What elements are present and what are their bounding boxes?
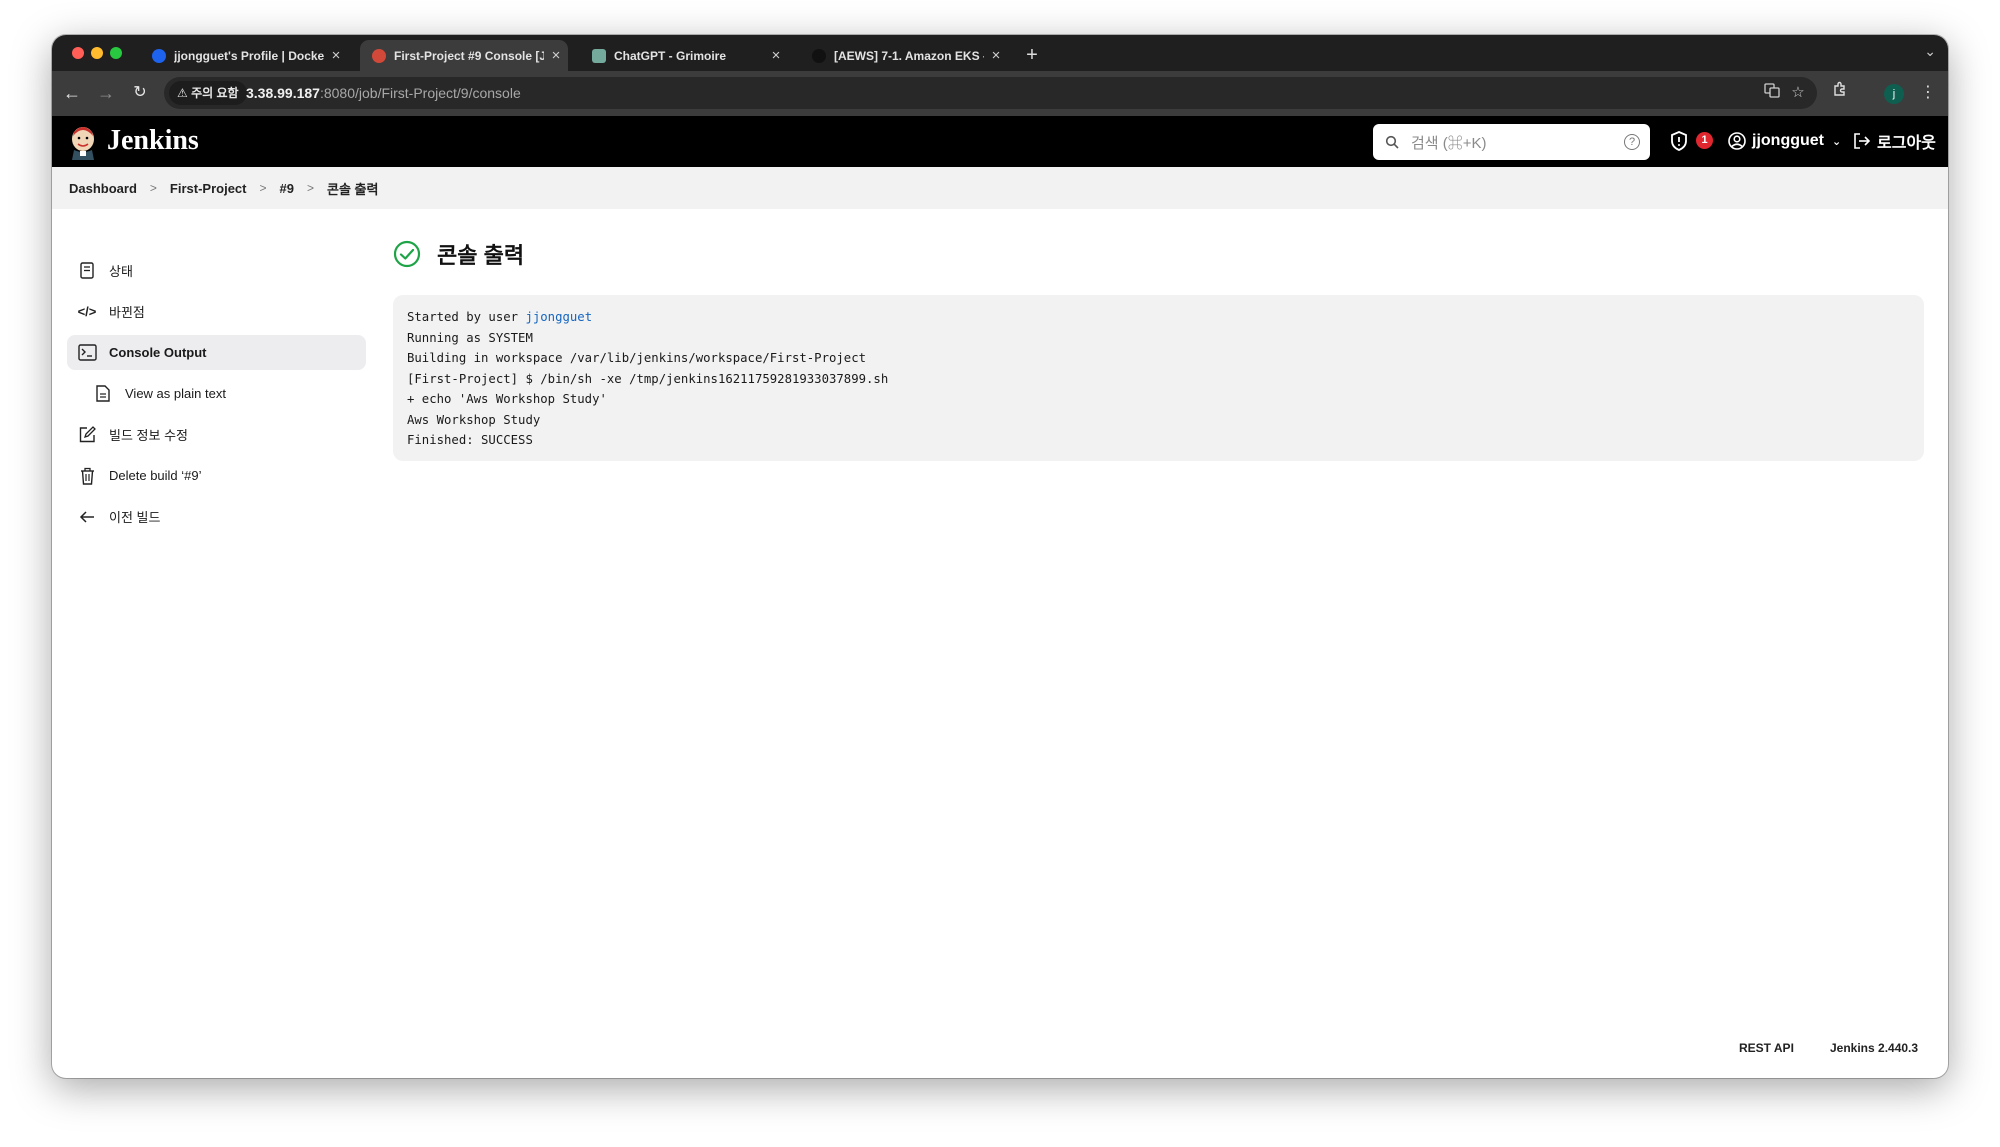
console-line: Started by user <box>407 310 526 324</box>
search-input[interactable] <box>1409 130 1613 156</box>
breadcrumb-build[interactable]: #9 <box>280 181 294 196</box>
sidebar-item-previous-build[interactable]: 이전 빌드 <box>67 499 366 534</box>
logout-link[interactable]: 로그아웃 <box>1853 129 1936 153</box>
browser-tab-aews[interactable]: [AEWS] 7-1. Amazon EKS - CI/CD × <box>800 40 1008 71</box>
breadcrumb-chevron-icon: > <box>149 181 157 195</box>
breadcrumb-dashboard[interactable]: Dashboard <box>69 181 137 196</box>
breadcrumb-console-output[interactable]: 콘솔 출력 <box>327 179 378 198</box>
sidebar-item-delete-build[interactable]: Delete build ‘#9’ <box>67 458 366 493</box>
close-tab-icon[interactable]: × <box>764 47 788 64</box>
close-window-button[interactable] <box>72 47 84 59</box>
document-icon <box>77 261 97 281</box>
code-icon: </> <box>77 304 97 319</box>
new-tab-button[interactable]: + <box>1020 44 1044 68</box>
docker-favicon-icon <box>152 48 166 63</box>
close-tab-icon[interactable]: × <box>544 47 568 64</box>
profile-avatar[interactable]: j <box>1884 84 1904 104</box>
bookmark-star-icon[interactable]: ☆ <box>1787 82 1809 104</box>
page-header: 콘솔 출력 <box>393 238 524 270</box>
jenkins-brand-title[interactable]: Jenkins <box>107 125 199 157</box>
translate-icon[interactable] <box>1761 82 1783 104</box>
close-tab-icon[interactable]: × <box>984 47 1008 64</box>
console-line: Aws Workshop Study <box>407 412 541 427</box>
breadcrumb-chevron-icon: > <box>306 181 314 195</box>
tab-title: [AEWS] 7-1. Amazon EKS - CI/CD <box>834 48 984 63</box>
search-box[interactable]: ? <box>1373 124 1650 160</box>
browser-toolbar: ← → ↻ ⚠ 주의 요함 3.38.99.187:8080/job/First… <box>52 71 1948 116</box>
extensions-icon[interactable] <box>1826 79 1854 107</box>
sidebar-item-label: Delete build ‘#9’ <box>109 468 202 483</box>
address-bar[interactable]: ⚠ 주의 요함 3.38.99.187:8080/job/First-Proje… <box>164 77 1817 109</box>
chevron-down-icon: ⌄ <box>1831 135 1842 148</box>
sidebar-item-edit-build-info[interactable]: 빌드 정보 수정 <box>67 417 366 452</box>
close-tab-icon[interactable]: × <box>324 47 348 64</box>
url-text[interactable]: 3.38.99.187:8080/job/First-Project/9/con… <box>246 77 521 109</box>
sidebar-item-changes[interactable]: </> 바뀐점 <box>67 294 366 329</box>
browser-tab-jenkins[interactable]: First-Project #9 Console [Jenkins] × <box>360 40 568 71</box>
arrow-left-icon <box>77 507 97 527</box>
jenkins-favicon-icon <box>372 48 386 63</box>
console-text: Started by user jjongguet Running as SYS… <box>407 307 1910 451</box>
trash-icon <box>77 466 97 486</box>
user-menu[interactable]: jjongguet ⌄ <box>1728 129 1841 153</box>
sidebar-item-label: 이전 빌드 <box>109 510 161 525</box>
page-title: 콘솔 출력 <box>437 243 525 268</box>
edit-icon <box>77 425 97 445</box>
terminal-icon <box>77 343 97 363</box>
tab-search-chevron-icon[interactable]: ⌄ <box>1924 43 1936 60</box>
reload-icon[interactable]: ↻ <box>126 79 154 107</box>
browser-window: jjongguet's Profile | Docker Hub × First… <box>52 35 1948 1078</box>
search-icon <box>1385 135 1399 149</box>
security-warning-chip[interactable]: ⚠ 주의 요함 <box>169 81 247 105</box>
sidebar-item-label: 바뀐점 <box>109 305 145 320</box>
console-output: Started by user jjongguet Running as SYS… <box>393 295 1924 461</box>
sidebar-item-console-output[interactable]: Console Output <box>67 335 366 370</box>
sidebar-item-label: Console Output <box>109 345 207 360</box>
breadcrumb-first-project[interactable]: First-Project <box>170 181 247 196</box>
file-icon <box>93 384 113 404</box>
console-line: Building in workspace /var/lib/jenkins/w… <box>407 351 867 365</box>
tab-title: ChatGPT - Grimoire <box>614 48 727 63</box>
maximize-window-button[interactable] <box>110 47 122 59</box>
breadcrumb: Dashboard > First-Project > #9 > 콘솔 출력 <box>52 167 1948 209</box>
chatgpt-favicon-icon <box>592 48 606 63</box>
rest-api-link[interactable]: REST API <box>1739 1041 1794 1055</box>
sidebar-item-label: View as plain text <box>125 386 226 401</box>
sidebar-item-label: 상태 <box>109 264 133 279</box>
more-menu-icon[interactable]: ⋮ <box>1914 79 1942 107</box>
security-alert-badge[interactable]: 1 <box>1696 132 1713 149</box>
console-line: Finished: SUCCESS <box>407 433 533 447</box>
security-shield-icon[interactable] <box>1670 131 1688 151</box>
tab-title: jjongguet's Profile | Docker Hub <box>174 48 324 63</box>
jenkins-logo-icon[interactable] <box>68 124 98 160</box>
console-user-link[interactable]: jjongguet <box>525 310 592 324</box>
back-arrow-icon[interactable]: ← <box>58 79 86 107</box>
minimize-window-button[interactable] <box>91 47 103 59</box>
browser-tab-docker[interactable]: jjongguet's Profile | Docker Hub × <box>140 40 348 71</box>
notion-favicon-icon <box>812 48 826 63</box>
sidebar-item-plain-text[interactable]: View as plain text <box>67 376 366 411</box>
jenkins-version-link[interactable]: Jenkins 2.440.3 <box>1830 1041 1918 1055</box>
browser-tab-chatgpt[interactable]: ChatGPT - Grimoire × <box>580 40 788 71</box>
sidebar-item-label: 빌드 정보 수정 <box>109 428 188 443</box>
breadcrumb-chevron-icon: > <box>259 181 267 195</box>
console-line: Running as SYSTEM <box>407 330 533 345</box>
tab-title: First-Project #9 Console [Jenkins] <box>394 48 544 63</box>
url-host: 3.38.99.187 <box>246 85 320 101</box>
console-line: [First-Project] $ /bin/sh -xe /tmp/jenki… <box>407 371 889 386</box>
search-help-icon[interactable]: ? <box>1624 134 1640 150</box>
jenkins-header: Jenkins ? 1 jjongguet ⌄ 로그아웃 <box>52 116 1948 167</box>
forward-arrow-icon[interactable]: → <box>92 79 120 107</box>
user-avatar-icon <box>1728 132 1746 150</box>
username-label: jjongguet <box>1752 132 1824 149</box>
tab-strip: jjongguet's Profile | Docker Hub × First… <box>52 35 1948 71</box>
logout-label: 로그아웃 <box>1877 135 1936 152</box>
url-path: :8080/job/First-Project/9/console <box>319 85 521 101</box>
logout-icon <box>1854 133 1871 149</box>
sidebar-item-status[interactable]: 상태 <box>67 253 366 288</box>
console-line: + echo 'Aws Workshop Study' <box>407 392 607 406</box>
success-check-icon <box>393 240 421 268</box>
